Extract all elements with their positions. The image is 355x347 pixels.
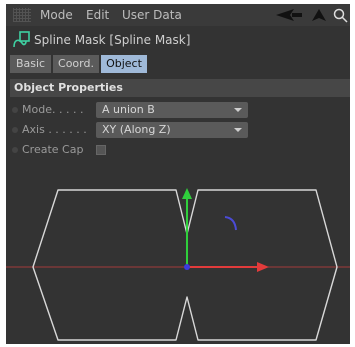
chevron-down-icon [234, 108, 242, 112]
mode-row: Mode. . . . . A union B [10, 101, 350, 119]
spline-mask-icon [13, 31, 30, 48]
section-header: Object Properties [10, 79, 350, 97]
create-cap-checkbox[interactable] [96, 145, 106, 155]
object-title: Spline Mask [Spline Mask] [34, 33, 191, 47]
create-cap-label: Create Cap [22, 143, 84, 156]
axis-value: XY (Along Z) [102, 123, 171, 136]
mode-label: Mode. . . . . [22, 103, 84, 116]
menu-edit[interactable]: Edit [86, 8, 109, 22]
origin-point[interactable] [184, 264, 190, 270]
axis-row: Axis . . . . . . XY (Along Z) [10, 121, 350, 139]
axis-label: Axis . . . . . . [22, 123, 87, 136]
animation-dot-icon[interactable] [12, 107, 18, 113]
arrow-left-icon[interactable] [274, 7, 304, 23]
mode-value: A union B [102, 103, 155, 116]
menu-bar: Mode Edit User Data [6, 4, 350, 26]
animation-dot-icon[interactable] [12, 127, 18, 133]
chevron-down-icon [234, 128, 242, 132]
axis-dropdown[interactable]: XY (Along Z) [96, 122, 248, 138]
mode-dropdown[interactable]: A union B [96, 102, 248, 118]
viewport-3d[interactable] [6, 184, 350, 344]
create-cap-row: Create Cap [10, 141, 350, 159]
tab-coord[interactable]: Coord. [53, 55, 99, 73]
menu-user-data[interactable]: User Data [122, 8, 182, 22]
title-bar: Spline Mask [Spline Mask] [6, 28, 350, 52]
animation-dot-icon[interactable] [12, 147, 18, 153]
search-icon[interactable] [332, 7, 350, 23]
tab-object[interactable]: Object [101, 55, 147, 73]
menu-mode[interactable]: Mode [40, 8, 73, 22]
app-window: Mode Edit User Data Spline Mask [Spline … [0, 0, 355, 347]
arrow-up-icon[interactable] [310, 7, 328, 23]
attributes-panel: Mode Edit User Data Spline Mask [Spline … [6, 4, 350, 344]
grip-icon[interactable] [13, 8, 31, 22]
tab-basic[interactable]: Basic [10, 55, 51, 73]
